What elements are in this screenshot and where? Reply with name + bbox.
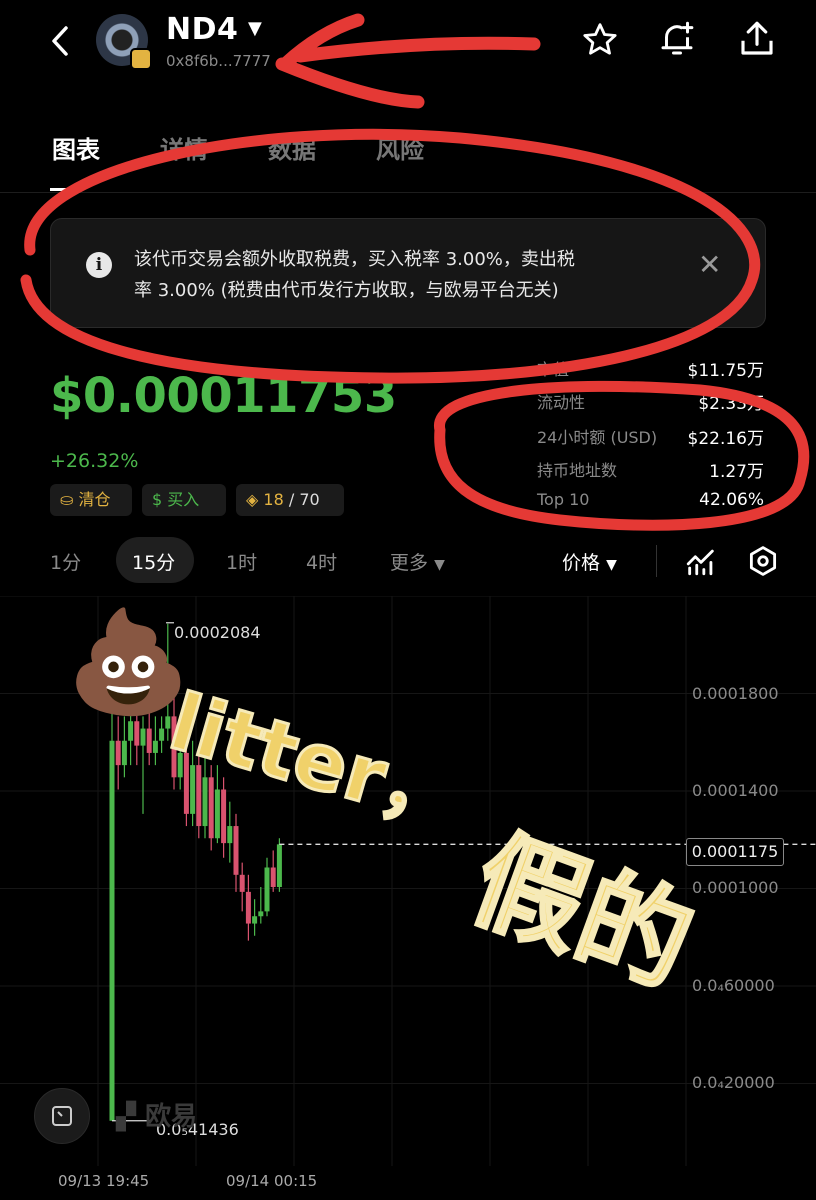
star-icon[interactable]: [580, 20, 620, 64]
stat-label: Top 10: [537, 490, 590, 509]
tab-data[interactable]: 数据: [268, 130, 316, 165]
candle-body: [221, 789, 227, 844]
tab-chart[interactable]: 图表: [52, 130, 100, 165]
chart-mode-select[interactable]: 价格 ▼: [562, 548, 617, 575]
x-tick-label: 09/14 00:15: [226, 1172, 318, 1190]
stat-label: 流动性: [537, 393, 586, 412]
close-icon[interactable]: ✕: [698, 248, 721, 281]
candle-body: [214, 789, 220, 839]
candle-body: [233, 826, 239, 875]
token-address[interactable]: 0x8f6b...7777: [166, 52, 271, 70]
current-price: $0.00011753: [50, 368, 397, 424]
stat-value: $2.33万: [698, 394, 764, 414]
candle-body: [270, 867, 276, 887]
expand-icon: [52, 1106, 72, 1126]
candle-body: [109, 740, 115, 1121]
back-icon[interactable]: [46, 24, 76, 58]
timeframe-more[interactable]: 更多 ▼: [390, 548, 445, 575]
stat-value: $11.75万: [687, 361, 764, 381]
stat-label: 持币地址数: [537, 461, 618, 480]
indicator-icon[interactable]: [684, 544, 718, 582]
candle-body: [258, 911, 264, 917]
candle-body: [134, 721, 140, 746]
tab-risk[interactable]: 风险: [376, 130, 424, 165]
score-icon: ◈: [246, 490, 259, 509]
candle-body: [140, 728, 146, 746]
tax-notice-line: 该代币交易会额外收取税费，买入税率 3.00%，卖出税: [134, 249, 575, 270]
info-icon: i: [86, 252, 112, 278]
stat-value: 1.27万: [709, 462, 764, 482]
timeframe-1h[interactable]: 1时: [226, 548, 257, 575]
buy-label: 买入: [167, 490, 200, 509]
toolbar-divider: [656, 545, 657, 577]
candle-body: [115, 740, 121, 766]
chevron-down-icon: ▼: [434, 557, 445, 573]
okx-logo-icon: ▞: [116, 1102, 136, 1132]
buy-button[interactable]: $ 买入: [142, 484, 226, 516]
candle-body: [245, 891, 251, 924]
poop-emoji: 💩: [66, 603, 191, 720]
stat-label: 市值: [537, 360, 570, 379]
timeframe-4h[interactable]: 4时: [306, 548, 337, 575]
token-name[interactable]: ND4: [166, 12, 238, 47]
chain-badge-icon: [130, 48, 152, 70]
token-dropdown-icon[interactable]: ▼: [248, 18, 262, 39]
clear-position-button[interactable]: ⛀ 清仓: [50, 484, 132, 516]
tab-divider: [0, 192, 816, 193]
timeframe-more-label: 更多: [390, 552, 429, 574]
candle-body: [121, 740, 127, 766]
candle-body: [264, 867, 270, 912]
chevron-down-icon: ▼: [606, 557, 617, 573]
candle-body: [152, 740, 158, 753]
money-bag-icon: $: [152, 490, 163, 509]
candle-body: [208, 777, 214, 839]
candle-body: [159, 728, 165, 741]
x-tick-label: 09/13 19:45: [58, 1172, 150, 1190]
watermark-text: 欧易: [145, 1102, 198, 1132]
price-change: +26.32%: [50, 450, 139, 472]
active-tab-indicator: [50, 188, 80, 191]
clear-position-label: 清仓: [78, 490, 111, 509]
fullscreen-button[interactable]: [34, 1088, 90, 1144]
settings-hex-icon[interactable]: [746, 544, 780, 582]
timeframe-1m[interactable]: 1分: [50, 548, 81, 575]
chart-mode-label: 价格: [562, 552, 601, 574]
stat-value: $22.16万: [687, 429, 764, 449]
y-tick-label: 0.0₄60000: [692, 976, 775, 995]
risk-score-badge[interactable]: ◈ 18 / 70: [236, 484, 344, 516]
candle-body: [252, 916, 258, 924]
y-tick-label: 0.0₄20000: [692, 1073, 775, 1092]
stat-label: 24小时额 (USD): [537, 428, 658, 447]
stat-value: 42.06%: [699, 490, 764, 510]
chef-hat-icon: ⛀: [60, 490, 74, 509]
candle-body: [128, 721, 134, 741]
share-icon[interactable]: [736, 18, 778, 64]
exchange-watermark: ▞ 欧易: [116, 1096, 197, 1133]
tax-notice-text: 该代币交易会额外收取税费，买入税率 3.00%，卖出税 率 3.00% (税费由…: [134, 244, 674, 306]
candle-body: [276, 844, 282, 887]
tax-notice-line: 率 3.00% (税费由代币发行方收取，与欧易平台无关): [134, 280, 559, 301]
candle-body: [146, 728, 152, 753]
tab-details[interactable]: 详情: [160, 130, 208, 165]
candle-body: [239, 874, 245, 892]
y-tick-label: 0.0001400: [692, 781, 779, 800]
timeframe-15m[interactable]: 15分: [132, 548, 175, 575]
risk-score-total: / 70: [288, 490, 320, 509]
candle-body: [202, 777, 208, 827]
alert-bell-icon[interactable]: [656, 18, 698, 64]
candle-body: [227, 826, 233, 844]
risk-score: 18: [263, 490, 284, 509]
y-tick-label: 0.0001800: [692, 684, 779, 703]
